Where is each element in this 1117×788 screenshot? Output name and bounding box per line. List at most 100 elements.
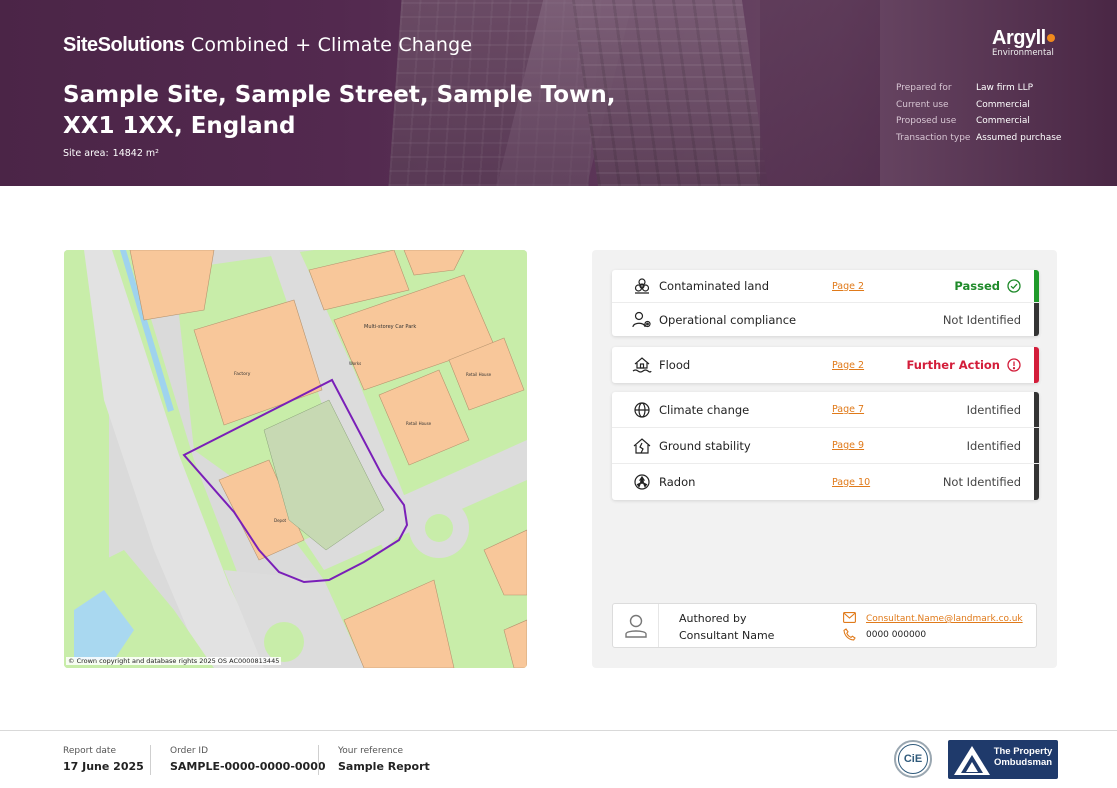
email-row: Consultant.Name@landmark.co.uk [843,611,1023,627]
page-link[interactable]: Page 9 [832,440,864,451]
phone-number: 0000 000000 [866,630,927,640]
map-copyright: © Crown copyright and database rights 20… [66,657,282,665]
meta-key: Transaction type [896,132,971,143]
meta-value: Assumed purchase [976,132,1062,143]
meta-row: Proposed use Commercial [896,113,1061,130]
results-group: Contaminated land Page 2 Passed Operatio… [612,270,1039,336]
site-area-value: 14842 m² [112,148,159,159]
report-meta: Prepared for Law firm LLP Current use Co… [896,80,1061,146]
site-map[interactable]: Multi-storey Car Park Factory Works Depo… [64,250,527,668]
author-card: Authored by Consultant Name Consultant.N… [612,603,1037,648]
ombudsman-line1: The Property [993,746,1053,757]
cie-logo-text: CiE [898,744,928,774]
site-area-label: Site area: [63,148,109,159]
user-gear-icon [632,310,652,330]
footer-reference: Your reference Sample Report [338,745,430,777]
mail-icon [843,612,857,626]
meta-value: Commercial [976,99,1030,110]
status-badge: Further Action [906,358,1021,372]
brand-strong: SiteSolutions [63,34,185,56]
map-label: Multi-storey Car Park [364,324,416,330]
meta-key: Prepared for [896,83,952,93]
status-text: Further Action [906,358,1000,372]
ombudsman-triangle-icon [954,746,990,775]
status-text: Not Identified [942,312,1021,327]
status-badge: Not Identified [943,475,1021,489]
logo-dot [1046,34,1055,42]
status-bar [1034,347,1039,383]
footer-value: 17 June 2025 [63,760,144,773]
globe-icon [632,400,652,420]
report-header: SiteSolutions Combined + Climate Change … [0,0,1117,186]
meta-row: Transaction type Assumed purchase [896,130,1061,147]
result-label: Operational compliance [659,312,797,327]
user-icon [624,614,647,638]
status-badge: Identified [967,439,1021,453]
footer-value: Sample Report [338,760,430,773]
result-row-flood[interactable]: Flood Page 2 Further Action [612,347,1039,383]
result-row-operational-compliance[interactable]: Operational compliance Not Identified [612,303,1039,336]
alert-circle-icon [1007,358,1021,372]
footer-value: SAMPLE-0000-0000-0000 [170,760,326,773]
meta-key: Proposed use [896,116,957,126]
result-label: Ground stability [659,438,751,453]
footer-report-date: Report date 17 June 2025 [63,745,144,777]
site-map-drawing: Multi-storey Car Park Factory Works Depo… [64,250,527,668]
status-text: Not Identified [942,475,1021,489]
results-panel: Contaminated land Page 2 Passed Operatio… [592,250,1057,668]
ombudsman-text: The Property Ombudsman [992,746,1054,768]
result-row-climate-change[interactable]: Climate change Page 7 Identified [612,392,1039,428]
radon-icon [632,472,652,492]
page-link[interactable]: Page 10 [832,477,870,488]
status-badge: Not Identified [943,313,1021,327]
footer-order-id: Order ID SAMPLE-0000-0000-0000 [170,745,326,777]
status-bar [1034,428,1039,463]
ombudsman-line2: Ombudsman [993,757,1053,768]
result-row-contaminated-land[interactable]: Contaminated land Page 2 Passed [612,270,1039,303]
check-circle-icon [1007,279,1021,293]
status-text: Passed [954,279,1000,293]
meta-value: Commercial [976,116,1030,126]
status-bar [1034,464,1039,500]
header-building-image [760,0,880,186]
footer-label: Order ID [170,746,209,756]
meta-row: Current use Commercial [896,97,1061,114]
map-label: Depot [274,518,287,523]
footer-label: Report date [63,746,116,756]
page-link[interactable]: Page 7 [832,404,864,415]
page-link[interactable]: Page 2 [832,281,864,292]
author-contact: Consultant.Name@landmark.co.uk 0000 0000… [843,611,1023,643]
footer-divider [0,730,1117,731]
result-row-ground-stability[interactable]: Ground stability Page 9 Identified [612,428,1039,464]
status-bar [1034,392,1039,427]
phone-icon [843,628,857,642]
page-link[interactable]: Page 2 [832,360,864,371]
status-text: Identified [966,438,1021,453]
cie-logo: CiE [894,740,932,778]
meta-row: Prepared for Law firm LLP [896,80,1061,97]
site-area: Site area: 14842 m² [63,148,159,159]
site-title: Sample Site, Sample Street, Sample Town,… [63,82,616,139]
logo-main-text: Argyll [992,27,1046,49]
brand-light: Combined + Climate Change [190,34,473,56]
house-crack-icon [632,436,652,456]
email-link[interactable]: Consultant.Name@landmark.co.uk [866,611,1023,627]
biohazard-icon [632,276,652,296]
avatar [613,604,659,647]
author-line2: Consultant Name [679,629,775,642]
map-label: Retail House [406,421,432,426]
map-label: Retail House [466,372,492,377]
author-name: Authored by Consultant Name [679,610,774,644]
result-label: Radon [659,475,696,489]
product-name: SiteSolutions Combined + Climate Change [63,32,472,57]
status-badge: Identified [967,403,1021,417]
phone-row: 0000 000000 [843,627,1023,643]
meta-value: Law firm LLP [976,83,1034,93]
flood-icon [632,355,652,375]
footer-label: Your reference [338,746,404,756]
result-row-radon[interactable]: Radon Page 10 Not Identified [612,464,1039,500]
property-ombudsman-logo: The Property Ombudsman [948,740,1058,779]
result-label: Contaminated land [659,279,770,293]
results-group: Climate change Page 7 Identified Ground … [612,392,1039,500]
status-bar [1034,270,1039,302]
